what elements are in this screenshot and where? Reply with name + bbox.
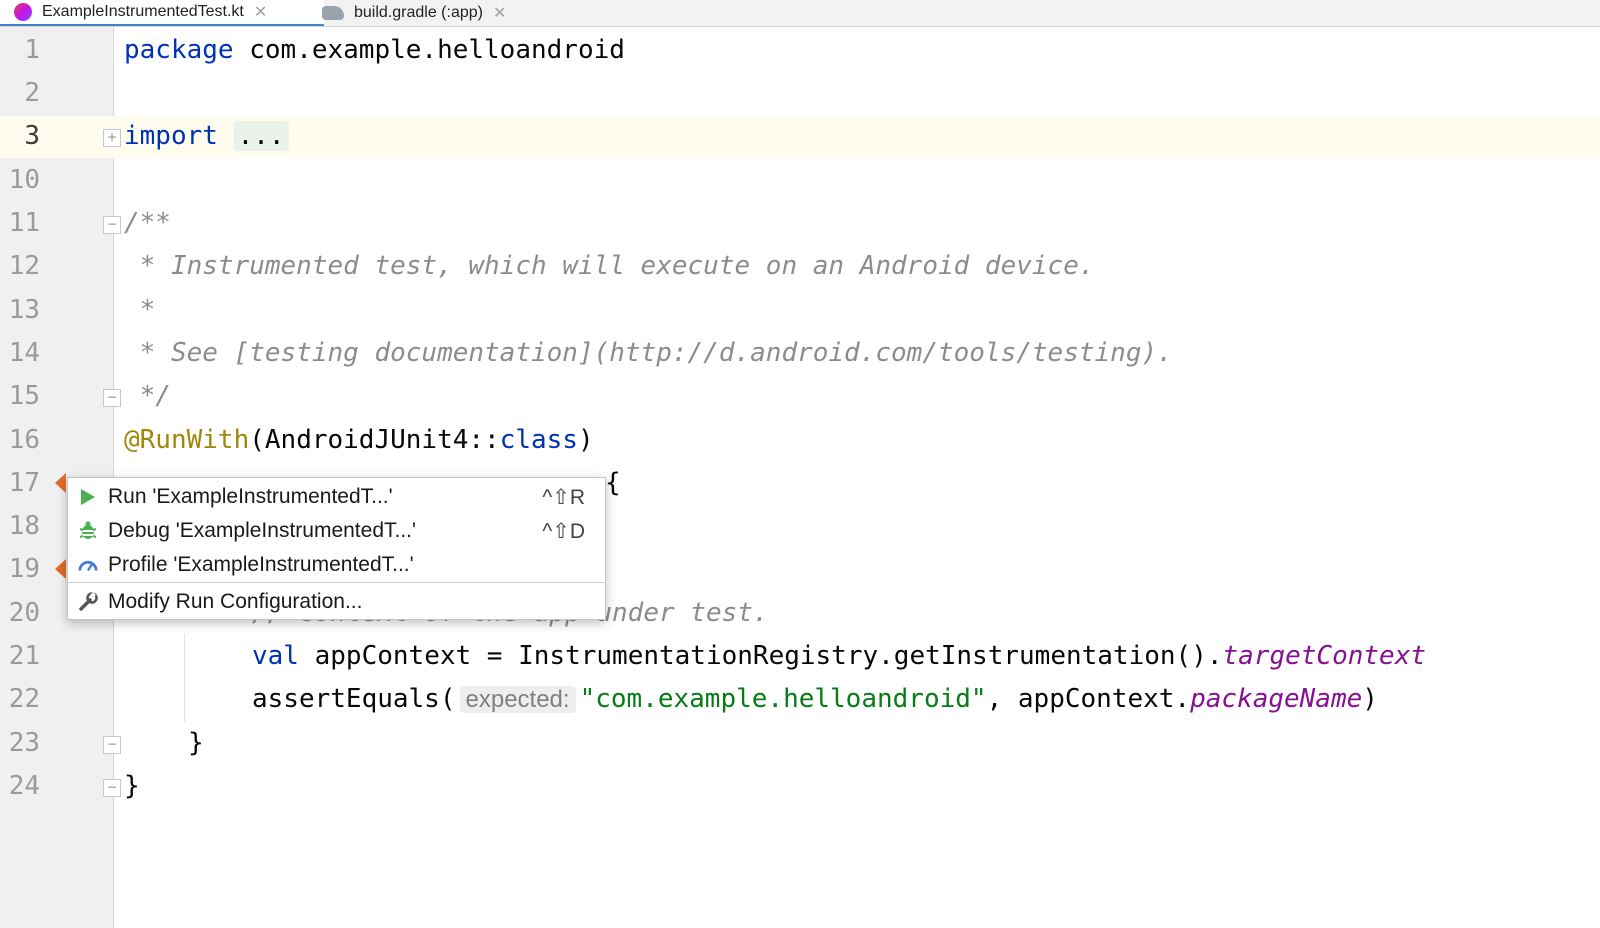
menu-item-debug[interactable]: Debug 'ExampleInstrumentedT...' ^⇧D (68, 514, 605, 548)
code-text: appContext = InstrumentationRegistry.get… (298, 641, 1223, 671)
menu-item-label: Run 'ExampleInstrumentedT...' (108, 485, 393, 508)
code-text: (AndroidJUnit4:: (249, 425, 500, 455)
line-number: 10 (8, 165, 40, 195)
expand-fold-icon[interactable]: + (103, 129, 121, 147)
code-line: * See [testing documentation](http://d.a… (124, 338, 1173, 368)
collapse-fold-icon[interactable]: − (103, 389, 121, 407)
gradle-elephant-icon (322, 6, 344, 20)
line-number: 20 (8, 598, 40, 628)
menu-item-profile[interactable]: Profile 'ExampleInstrumentedT...' (68, 548, 605, 582)
line-number: 23 (8, 728, 40, 758)
keyword: val (252, 641, 299, 671)
close-icon[interactable]: ✕ (254, 2, 267, 22)
folded-imports[interactable]: ... (233, 121, 289, 151)
code-line: } (124, 771, 140, 801)
menu-separator (68, 582, 605, 583)
code-text: ) (577, 425, 594, 455)
code-line: /** (124, 208, 171, 238)
line-number: 3 (24, 121, 40, 151)
run-test-gutter-icon[interactable] (55, 559, 66, 579)
run-context-popup: Run 'ExampleInstrumentedT...' ^⇧R Debug … (67, 477, 606, 620)
code-text: , appContext. (986, 684, 1191, 714)
property: targetContext (1222, 641, 1427, 671)
menu-item-shortcut: ^⇧D (542, 519, 585, 543)
code-line: assertEquals(expected: "com.example.hello… (252, 678, 1378, 721)
keyword: package (124, 35, 234, 65)
code-line: * (124, 295, 156, 325)
line-number: 24 (8, 771, 40, 801)
close-icon[interactable]: ✕ (493, 3, 506, 23)
code-text: ) (1362, 684, 1378, 714)
code-line: */ (124, 381, 171, 411)
line-number: 17 (8, 468, 40, 498)
menu-item-label: Modify Run Configuration... (108, 590, 363, 613)
kotlin-file-icon (14, 3, 32, 21)
menu-item-label: Debug 'ExampleInstrumentedT...' (108, 519, 417, 542)
debug-icon (78, 521, 98, 541)
collapse-fold-icon[interactable]: − (103, 779, 121, 797)
tab-build-gradle[interactable]: build.gradle (:app) ✕ (322, 0, 542, 26)
menu-item-label: Profile 'ExampleInstrumentedT...' (108, 553, 414, 576)
run-test-gutter-icon[interactable] (55, 473, 66, 493)
menu-item-modify-run-configuration[interactable]: Modify Run Configuration... (68, 585, 605, 619)
tab-example-instrumented-test[interactable]: ExampleInstrumentedTest.kt ✕ (0, 0, 324, 26)
menu-item-run[interactable]: Run 'ExampleInstrumentedT...' ^⇧R (68, 480, 605, 514)
editor-tab-bar: ExampleInstrumentedTest.kt ✕ build.gradl… (0, 0, 1600, 27)
wrench-icon (78, 592, 98, 612)
code-line: * Instrumented test, which will execute … (124, 251, 1095, 281)
line-number: 19 (8, 554, 40, 584)
line-number: 1 (24, 35, 40, 65)
code-line: { (605, 468, 621, 498)
profile-icon (78, 555, 98, 575)
line-number: 16 (8, 425, 40, 455)
code-line: val appContext = InstrumentationRegistry… (252, 635, 1426, 678)
menu-item-shortcut: ^⇧R (542, 485, 585, 509)
line-number: 21 (8, 641, 40, 671)
line-number: 22 (8, 684, 40, 714)
line-number: 15 (8, 381, 40, 411)
code-line: @RunWith(AndroidJUnit4::class) (124, 419, 594, 462)
code-text: assertEquals( (252, 684, 456, 714)
code-line: package com.example.helloandroid (124, 29, 625, 72)
collapse-fold-icon[interactable]: − (103, 736, 121, 754)
line-number: 11 (8, 208, 40, 238)
code-line: import ... (124, 115, 289, 158)
line-number: 12 (8, 251, 40, 281)
keyword: class (499, 425, 578, 455)
keyword: import (124, 121, 218, 151)
line-number: 14 (8, 338, 40, 368)
parameter-hint: expected: (459, 686, 576, 713)
line-number: 2 (24, 78, 40, 108)
string-literal: "com.example.helloandroid" (579, 684, 987, 714)
code-text: com.example.helloandroid (233, 35, 625, 65)
code-line: } (188, 728, 204, 758)
line-number: 18 (8, 511, 40, 541)
annotation: @RunWith (124, 425, 250, 455)
line-number: 13 (8, 295, 40, 325)
collapse-fold-icon[interactable]: − (103, 216, 121, 234)
tab-label: build.gradle (:app) (354, 4, 483, 21)
tab-label: ExampleInstrumentedTest.kt (42, 3, 244, 20)
run-icon (78, 487, 98, 507)
property: packageName (1190, 684, 1363, 714)
